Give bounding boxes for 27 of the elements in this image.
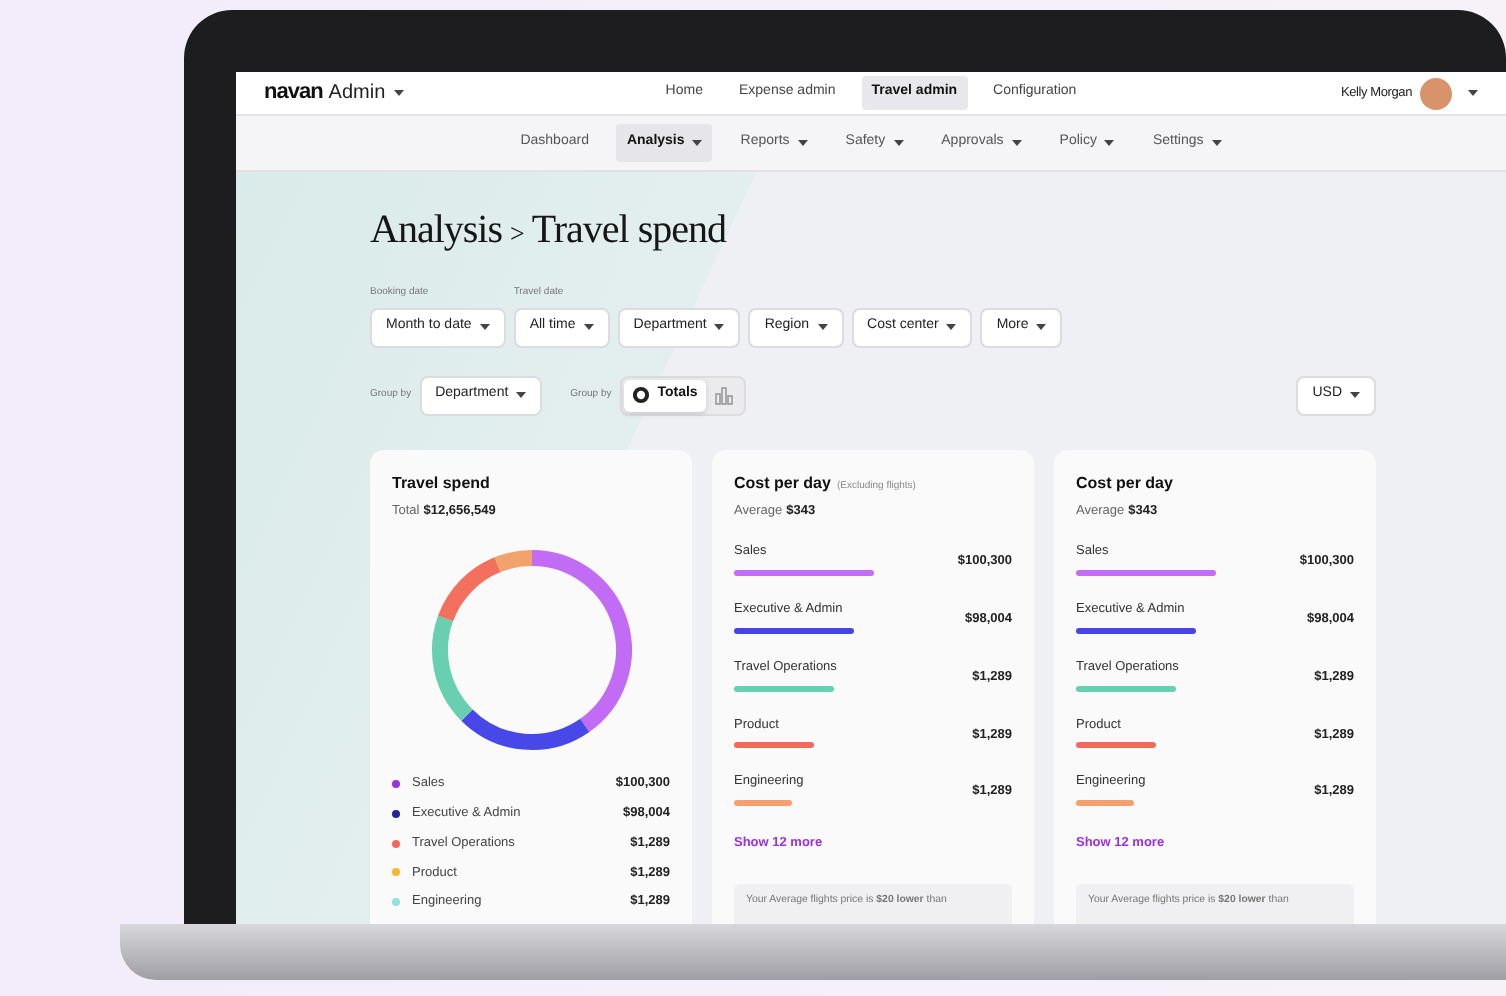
caret-icon <box>1036 324 1047 330</box>
caret-icon <box>1011 140 1022 146</box>
caret-icon <box>583 324 594 330</box>
caret-icon <box>692 140 703 146</box>
breadcrumb-section[interactable]: Analysis <box>370 200 502 260</box>
page-title: Travel spend <box>531 206 726 256</box>
product-menu[interactable]: Admin <box>328 78 404 108</box>
caret-icon <box>516 392 527 398</box>
caret-icon <box>946 324 957 330</box>
caret-icon <box>714 324 725 330</box>
caret-icon <box>893 140 904 146</box>
logo: navan <box>264 78 323 109</box>
card-title: Cost per day <box>734 471 831 495</box>
avatar[interactable] <box>1420 77 1452 109</box>
caret-icon <box>479 324 490 330</box>
caret-icon <box>1104 140 1115 146</box>
bar-chart-icon <box>713 385 734 405</box>
caret-icon <box>817 324 828 330</box>
donut-icon <box>631 386 650 404</box>
breadcrumb-separator: > <box>510 216 524 252</box>
caret-icon <box>797 140 808 146</box>
card-title: Cost per day <box>1076 471 1173 495</box>
caret-icon <box>1468 90 1478 96</box>
card-title: Travel spend <box>392 471 492 495</box>
caret-icon <box>393 90 404 96</box>
caret-icon <box>1211 140 1222 146</box>
caret-icon <box>1350 392 1360 398</box>
